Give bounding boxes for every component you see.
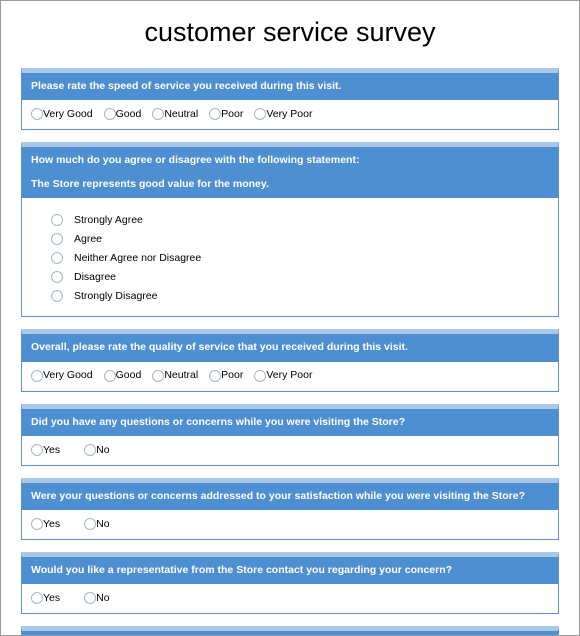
question-header-line: Would you like a representative from the… — [31, 564, 453, 576]
question-block-value-for-money: How much do you agree or disagree with t… — [21, 141, 559, 318]
option-agree[interactable]: Agree — [31, 229, 549, 248]
question-header: Overall, please rate the quality of serv… — [22, 334, 558, 362]
option-label: Very Good — [43, 107, 93, 120]
option-label: Poor — [221, 369, 244, 382]
option-yes[interactable]: Yes — [31, 591, 61, 605]
radio-icon[interactable] — [31, 592, 43, 605]
survey-page: customer service survey Please rate the … — [0, 0, 580, 636]
option-no[interactable]: No — [84, 591, 110, 605]
question-header-line: Were your questions or concerns addresse… — [31, 489, 526, 502]
option-group-speed-of-service: Very Good Good Neutral Poor Very Poor — [31, 107, 549, 120]
option-label: Neutral — [164, 107, 199, 120]
option-no[interactable]: No — [84, 443, 110, 456]
question-header-line: Did you have any questions or concerns w… — [31, 415, 406, 428]
option-very-good[interactable]: Very Good — [31, 107, 93, 120]
question-block-speed-of-service: Please rate the speed of service you rec… — [21, 67, 559, 130]
question-block-had-questions: Did you have any questions or concerns w… — [21, 403, 559, 466]
radio-icon[interactable] — [84, 443, 97, 456]
radio-icon[interactable] — [51, 270, 63, 283]
question-header: Were your questions or concerns addresse… — [22, 482, 558, 510]
radio-icon[interactable] — [31, 518, 43, 530]
question-header: How much do you agree or disagree with t… — [22, 146, 558, 199]
option-yes[interactable]: Yes — [31, 443, 61, 456]
question-header-line: Overall, please rate the quality of serv… — [31, 341, 408, 354]
question-body: Very Good Good Neutral Poor Very Poor — [22, 99, 558, 129]
radio-icon[interactable] — [84, 518, 97, 530]
option-poor[interactable]: Poor — [209, 369, 244, 382]
radio-icon[interactable] — [51, 251, 63, 264]
radio-icon[interactable] — [103, 369, 116, 382]
question-header: If in the question above you indicated t… — [22, 631, 558, 635]
option-label: Very Good — [43, 369, 93, 382]
option-label: No — [96, 517, 110, 530]
option-yes[interactable]: Yes — [31, 518, 60, 530]
option-label: Yes — [43, 591, 61, 604]
option-label: Neither Agree nor Disagree — [74, 251, 202, 264]
option-strongly-agree[interactable]: Strongly Agree — [31, 210, 549, 229]
question-header-line: How much do you agree or disagree with t… — [31, 153, 360, 166]
question-header: Please rate the speed of service you rec… — [22, 72, 558, 100]
option-label: Disagree — [74, 270, 117, 283]
option-group-overall-quality: Very Good Good Neutral Poor Very Poor — [31, 369, 549, 382]
option-label: Neutral — [164, 369, 199, 382]
question-body: Yes No — [22, 510, 558, 539]
option-very-poor[interactable]: Very Poor — [254, 369, 313, 382]
radio-icon[interactable] — [152, 369, 165, 382]
radio-icon[interactable] — [51, 289, 63, 302]
question-header: Did you have any questions or concerns w… — [22, 408, 558, 436]
question-block-overall-quality: Overall, please rate the quality of serv… — [21, 329, 559, 392]
option-label: Good — [115, 369, 142, 382]
option-poor[interactable]: Poor — [209, 107, 244, 120]
option-label: Yes — [43, 517, 61, 530]
radio-icon[interactable] — [31, 107, 43, 120]
radio-icon[interactable] — [51, 232, 63, 245]
option-label: Very Poor — [266, 369, 313, 382]
radio-icon[interactable] — [51, 213, 63, 226]
option-very-poor[interactable]: Very Poor — [254, 107, 313, 120]
question-header-line: Please rate the speed of service you rec… — [31, 79, 342, 92]
question-header-statement: The Store represents good value for the … — [31, 178, 269, 191]
option-label: Good — [115, 107, 142, 120]
question-body: Strongly Agree Agree Neither Agree nor D… — [22, 198, 558, 317]
radio-icon[interactable] — [209, 369, 222, 382]
option-disagree[interactable]: Disagree — [31, 267, 549, 286]
option-group-representative-contact: Yes No — [31, 591, 549, 605]
option-group-had-questions: Yes No — [31, 443, 549, 456]
option-label: Yes — [43, 443, 61, 456]
option-group-value-for-money: Strongly Agree Agree Neither Agree nor D… — [31, 206, 549, 307]
option-neither-agree-nor-disagree[interactable]: Neither Agree nor Disagree — [31, 248, 549, 267]
option-label: Poor — [221, 107, 244, 120]
question-block-concerns-addressed: Were your questions or concerns addresse… — [21, 477, 559, 540]
option-good[interactable]: Good — [103, 369, 142, 382]
radio-icon[interactable] — [209, 107, 222, 120]
option-label: Agree — [74, 232, 103, 245]
option-neutral[interactable]: Neutral — [152, 369, 199, 382]
radio-icon[interactable] — [103, 107, 116, 120]
option-group-concerns-addressed: Yes No — [31, 518, 549, 530]
question-body: Yes No — [22, 435, 558, 465]
option-label: No — [96, 443, 110, 456]
option-strongly-disagree[interactable]: Strongly Disagree — [31, 286, 549, 305]
question-list: Please rate the speed of service you rec… — [1, 67, 579, 635]
option-label: Very Poor — [266, 107, 313, 120]
question-block-preferred-telephone: If in the question above you indicated t… — [21, 626, 559, 635]
radio-icon[interactable] — [31, 443, 43, 456]
option-neutral[interactable]: Neutral — [152, 107, 199, 120]
page-title: customer service survey — [144, 17, 436, 47]
question-block-representative-contact: Would you like a representative from the… — [21, 552, 559, 615]
option-good[interactable]: Good — [103, 107, 142, 120]
question-header: Would you like a representative from the… — [22, 557, 558, 585]
radio-icon[interactable] — [84, 592, 97, 605]
option-label: No — [96, 591, 110, 604]
radio-icon[interactable] — [254, 107, 267, 120]
radio-icon[interactable] — [254, 369, 267, 382]
option-no[interactable]: No — [84, 517, 110, 530]
option-very-good[interactable]: Very Good — [31, 369, 93, 382]
option-label: Strongly Disagree — [74, 289, 158, 302]
question-body: Yes No — [22, 584, 558, 614]
radio-icon[interactable] — [152, 107, 165, 120]
question-body: Very Good Good Neutral Poor Very Poor — [22, 361, 558, 391]
option-label: Strongly Agree — [74, 213, 143, 226]
radio-icon[interactable] — [31, 369, 43, 382]
